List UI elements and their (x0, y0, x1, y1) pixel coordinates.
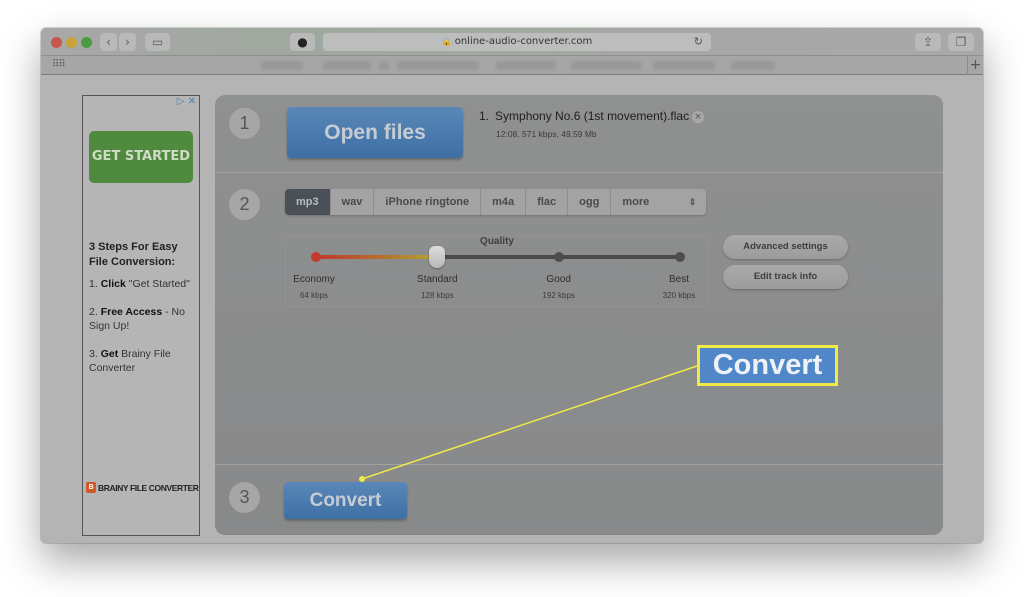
format-tab-wav[interactable]: wav (331, 189, 375, 215)
quality-stop-good[interactable] (553, 252, 564, 262)
quality-bitrate: 320 kbps (662, 291, 696, 300)
blurred-tab[interactable] (496, 61, 556, 70)
browser-window: ‹ › ▭ ● 🔒 online-audio-converter.com ↻ ⇪ … (41, 28, 983, 543)
edit-track-info-button[interactable]: Edit track info (723, 265, 848, 289)
convert-button[interactable]: Convert (284, 482, 407, 519)
chevron-left-icon: ‹ (106, 35, 111, 49)
quality-stop-economy[interactable] (311, 252, 321, 262)
ad-banner: ▷ ✕ GET STARTED 3 Steps For Easy File Co… (82, 95, 200, 536)
reload-icon[interactable]: ↻ (694, 33, 703, 51)
blurred-tab[interactable] (653, 61, 715, 70)
sidebar-icon: ▭ (151, 35, 164, 49)
blurred-tab[interactable] (379, 61, 389, 70)
new-tab-button[interactable]: + (967, 56, 983, 75)
quality-label[interactable]: Standard (417, 274, 458, 285)
convert-callout-highlight: Convert (697, 345, 838, 386)
quality-stop-best[interactable] (675, 252, 685, 262)
quality-label[interactable]: Good (546, 274, 570, 285)
sidebar-toggle-button[interactable]: ▭ (145, 33, 170, 51)
quality-title: Quality (480, 236, 514, 247)
remove-file-icon[interactable]: × (692, 111, 704, 123)
file-meta: 12:08, 571 kbps, 49.59 Mb (496, 129, 597, 139)
step-divider (215, 464, 943, 465)
step-1-number: 1 (229, 108, 260, 139)
more-formats-label: more (622, 196, 650, 208)
brand-logo-icon: B (86, 482, 96, 493)
select-arrows-icon: ⇕ (688, 197, 697, 207)
blurred-tab[interactable] (323, 61, 371, 70)
grammarly-icon: ● (297, 35, 308, 49)
tabs-overview-button[interactable]: ❐ (948, 33, 974, 51)
ad-step-bold: Click (100, 278, 126, 290)
ad-step: 3. Get Brainy File Converter (89, 347, 199, 375)
ad-choices-icon[interactable]: ▷ ✕ (177, 96, 196, 107)
ad-brand-logo[interactable]: B BRAINY FILE CONVERTER (86, 482, 199, 493)
blurred-tab[interactable] (731, 61, 775, 70)
step-2-number: 2 (229, 189, 260, 220)
browser-toolbar: ‹ › ▭ ● 🔒 online-audio-converter.com ↻ ⇪ … (41, 28, 983, 56)
ad-heading: 3 Steps For Easy File Conversion: (89, 241, 178, 268)
format-tab-iphone-ringtone[interactable]: iPhone ringtone (374, 189, 482, 215)
more-formats-select[interactable]: more ⇕ (611, 189, 706, 215)
bookmarks-bar: ⠿⠿ + (41, 56, 983, 75)
ad-step: 2. Free Access - No Sign Up! (89, 305, 199, 333)
step-3-number: 3 (229, 482, 260, 513)
step-divider (215, 172, 943, 173)
close-window-button[interactable] (51, 37, 62, 48)
tabs-icon: ❐ (955, 35, 967, 49)
blurred-tab[interactable] (397, 61, 479, 70)
ad-text: 3 Steps For Easy File Conversion: 1. Cli… (89, 240, 199, 389)
grid-icon[interactable]: ⠿⠿ (52, 59, 66, 70)
format-tab-mp3[interactable]: mp3 (285, 189, 331, 215)
blurred-tab[interactable] (261, 61, 303, 70)
quality-label[interactable]: Economy (293, 274, 335, 285)
ad-step-num: 1. (89, 278, 98, 290)
file-name: Symphony No.6 (1st movement).flac (495, 109, 690, 123)
share-button[interactable]: ⇪ (915, 33, 941, 51)
file-index: 1. (479, 109, 490, 123)
extension-button[interactable]: ● (290, 33, 315, 51)
file-list-item: 1. Symphony No.6 (1st movement).flac (479, 109, 689, 123)
advanced-settings-button[interactable]: Advanced settings (723, 235, 848, 259)
url-text: online-audio-converter.com (454, 36, 593, 47)
back-button[interactable]: ‹ (100, 33, 117, 51)
ad-step-bold: Get (100, 348, 119, 360)
chevron-right-icon: › (125, 35, 130, 49)
ad-step-num: 2. (89, 306, 98, 318)
ad-get-started-button[interactable]: GET STARTED (89, 131, 193, 183)
quality-bitrate: 192 kbps (542, 291, 575, 300)
minimize-window-button[interactable] (66, 37, 77, 48)
format-tab-flac[interactable]: flac (526, 189, 569, 215)
format-tab-m4a[interactable]: m4a (481, 189, 527, 215)
ad-brand-name: BRAINY FILE CONVERTER (98, 482, 199, 493)
address-bar[interactable]: 🔒 online-audio-converter.com ↻ (323, 33, 711, 51)
quality-track-fill (316, 255, 438, 259)
share-icon: ⇪ (922, 35, 934, 49)
maximize-window-button[interactable] (81, 37, 92, 48)
quality-bitrate: 64 kbps (299, 291, 329, 300)
quality-slider-box: Quality Economy 64 kbps Standard 128 kbps Go… (285, 235, 709, 307)
quality-label[interactable]: Best (669, 274, 689, 285)
ad-step: 1. Click "Get Started" (89, 277, 199, 291)
forward-button[interactable]: › (119, 33, 136, 51)
lock-icon: 🔒 (441, 37, 452, 46)
ad-step-bold: Free Access (100, 306, 163, 318)
blurred-tab[interactable] (571, 61, 641, 70)
ad-step-text: "Get Started" (125, 278, 190, 290)
format-selector: mp3 wav iPhone ringtone m4a flac ogg mor… (285, 189, 707, 215)
quality-slider-thumb[interactable] (429, 246, 446, 268)
converter-panel: 1 Open files 1. Symphony No.6 (1st moveme… (215, 95, 943, 535)
quality-bitrate: 128 kbps (421, 291, 454, 300)
ad-step-num: 3. (89, 348, 98, 360)
open-files-button[interactable]: Open files (287, 107, 463, 158)
format-tab-ogg[interactable]: ogg (568, 189, 612, 215)
